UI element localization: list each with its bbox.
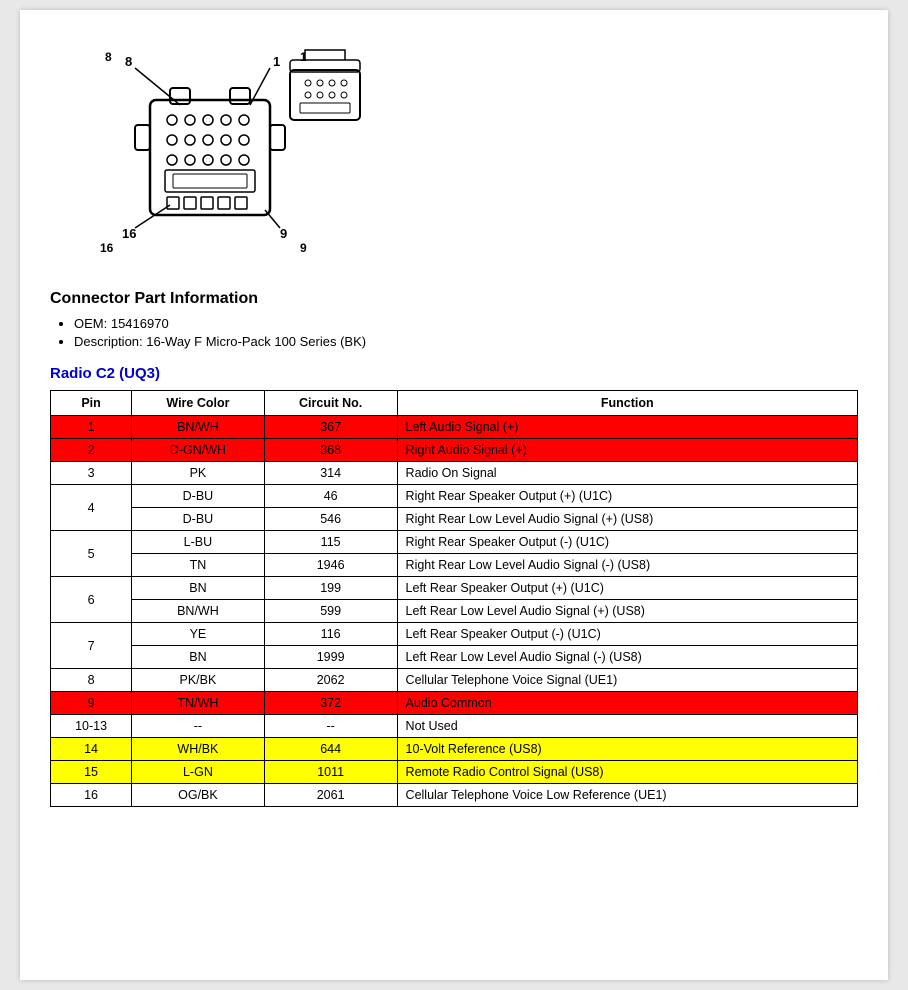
table-row-function: Cellular Telephone Voice Signal (UE1): [397, 669, 857, 692]
table-row-pin: 9: [51, 692, 132, 715]
table-row-function: Left Rear Low Level Audio Signal (-) (US…: [397, 646, 857, 669]
connector-info-heading: Connector Part Information: [50, 290, 858, 308]
table-row-circuit: 367: [264, 416, 397, 439]
table-row-function: Left Rear Low Level Audio Signal (+) (US…: [397, 600, 857, 623]
table-row-wire: YE: [132, 623, 265, 646]
diagram-area: 8 1 16 9 8 1 16 9: [50, 30, 858, 270]
table-row-wire: TN/WH: [132, 692, 265, 715]
table-row-wire: L-GN: [132, 761, 265, 784]
table-row-function: Left Rear Speaker Output (+) (U1C): [397, 577, 857, 600]
table-row-circuit: 1946: [264, 554, 397, 577]
table-row-wire: D-BU: [132, 485, 265, 508]
table-row-pin: 15: [51, 761, 132, 784]
page-container: 8 1 16 9 8 1 16 9: [20, 10, 888, 980]
table-row-circuit: 199: [264, 577, 397, 600]
table-row-wire: OG/BK: [132, 784, 265, 807]
col-circuit: Circuit No.: [264, 391, 397, 416]
table-row-function: Right Rear Low Level Audio Signal (-) (U…: [397, 554, 857, 577]
table-row-wire: BN: [132, 646, 265, 669]
table-row-wire: WH/BK: [132, 738, 265, 761]
table-row-pin: 8: [51, 669, 132, 692]
table-row-circuit: 599: [264, 600, 397, 623]
table-row-wire: BN/WH: [132, 600, 265, 623]
table-row-wire: D-BU: [132, 508, 265, 531]
table-row-circuit: 368: [264, 439, 397, 462]
table-row-pin: 1: [51, 416, 132, 439]
table-row-wire: PK/BK: [132, 669, 265, 692]
table-row-pin: 5: [51, 531, 132, 577]
table-row-function: Not Used: [397, 715, 857, 738]
svg-text:16: 16: [122, 226, 136, 241]
table-row-circuit: 115: [264, 531, 397, 554]
col-pin: Pin: [51, 391, 132, 416]
table-row-pin: 2: [51, 439, 132, 462]
table-row-circuit: 1011: [264, 761, 397, 784]
label-9: 9: [300, 241, 307, 255]
table-row-wire: PK: [132, 462, 265, 485]
table-row-pin: 10-13: [51, 715, 132, 738]
table-row-circuit: 314: [264, 462, 397, 485]
table-row-circuit: 372: [264, 692, 397, 715]
table-row-pin: 14: [51, 738, 132, 761]
table-row-function: Audio Common: [397, 692, 857, 715]
table-row-wire: --: [132, 715, 265, 738]
table-row-circuit: 644: [264, 738, 397, 761]
small-connector-svg: [270, 45, 380, 135]
label-16: 16: [100, 241, 113, 255]
table-row-function: Left Rear Speaker Output (-) (U1C): [397, 623, 857, 646]
table-row-function: Right Rear Speaker Output (-) (U1C): [397, 531, 857, 554]
label-8: 8: [105, 50, 112, 64]
connector-info: Connector Part Information OEM: 15416970…: [50, 290, 858, 349]
table-row-pin: 6: [51, 577, 132, 623]
table-row-function: Radio On Signal: [397, 462, 857, 485]
svg-text:8: 8: [125, 54, 132, 69]
table-row-wire: TN: [132, 554, 265, 577]
table-row-wire: BN: [132, 577, 265, 600]
table-row-function: Left Audio Signal (+): [397, 416, 857, 439]
col-function: Function: [397, 391, 857, 416]
table-row-circuit: 2062: [264, 669, 397, 692]
description-item: Description: 16-Way F Micro-Pack 100 Ser…: [74, 334, 858, 349]
table-row-function: Right Audio Signal (+): [397, 439, 857, 462]
table-row-wire: D-GN/WH: [132, 439, 265, 462]
col-wire: Wire Color: [132, 391, 265, 416]
table-row-circuit: 116: [264, 623, 397, 646]
table-row-pin: 16: [51, 784, 132, 807]
svg-text:9: 9: [280, 226, 287, 241]
table-row-pin: 7: [51, 623, 132, 669]
table-row-circuit: 546: [264, 508, 397, 531]
table-row-wire: BN/WH: [132, 416, 265, 439]
connector-diagram: 8 1 16 9 8 1 16 9: [50, 40, 390, 270]
pin-table: Pin Wire Color Circuit No. Function 1BN/…: [50, 390, 858, 807]
table-row-function: Right Rear Speaker Output (+) (U1C): [397, 485, 857, 508]
table-row-function: Right Rear Low Level Audio Signal (+) (U…: [397, 508, 857, 531]
radio-section-title: Radio C2 (UQ3): [50, 365, 858, 382]
table-row-function: Cellular Telephone Voice Low Reference (…: [397, 784, 857, 807]
table-row-function: 10-Volt Reference (US8): [397, 738, 857, 761]
table-row-pin: 3: [51, 462, 132, 485]
oem-item: OEM: 15416970: [74, 316, 858, 331]
table-row-circuit: 46: [264, 485, 397, 508]
table-row-function: Remote Radio Control Signal (US8): [397, 761, 857, 784]
table-row-circuit: --: [264, 715, 397, 738]
table-row-pin: 4: [51, 485, 132, 531]
table-row-circuit: 2061: [264, 784, 397, 807]
table-row-circuit: 1999: [264, 646, 397, 669]
table-row-wire: L-BU: [132, 531, 265, 554]
